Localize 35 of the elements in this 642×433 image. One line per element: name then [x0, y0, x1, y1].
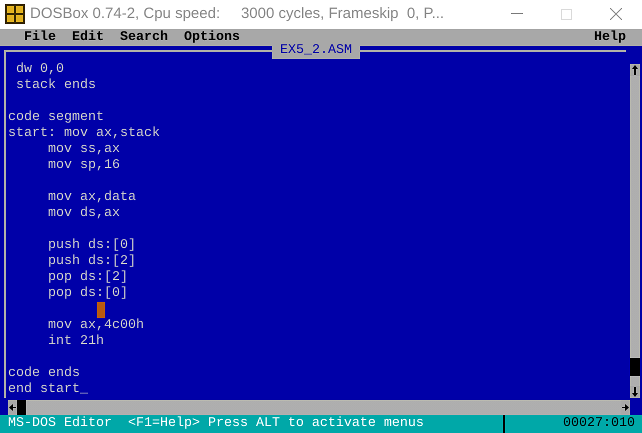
vertical-scrollbar[interactable] [630, 64, 640, 398]
code-line: mov ax,4c00h [46, 318, 144, 334]
cursor-position: 00027:010 [563, 417, 636, 431]
code-line: pop ds:[2] [46, 270, 128, 286]
code-line: mov ax,data [46, 190, 136, 206]
mouse-cursor [97, 302, 105, 318]
code-line: push ds:[0] [46, 238, 136, 254]
menu-item[interactable]: File [24, 30, 56, 44]
file-title: EX5_2.ASM [272, 43, 360, 59]
code-line: mov ss,ax [46, 142, 120, 158]
window-title: DOSBox 0.74-2, Cpu speed: 3000 cycles, Frameskip 0, P... [30, 4, 444, 24]
menu-item[interactable]: Search [120, 30, 168, 44]
close-icon[interactable] [610, 8, 622, 20]
code-line: code ends [7, 366, 80, 382]
code-line: dw 0,0 [14, 62, 64, 78]
status-message: MS-DOS Editor <F1=Help> Press ALT to activate menus [7, 417, 425, 431]
scroll-thumb[interactable] [630, 358, 640, 376]
code-line: mov ds,ax [46, 206, 120, 222]
code-line: code segment [7, 110, 104, 126]
code-line: start: mov ax,stack [7, 126, 160, 142]
help-menu[interactable]: Help [594, 30, 626, 44]
code-line: int 21h [46, 334, 104, 350]
menu-item[interactable]: Options [184, 30, 240, 44]
code-line: end start_ [7, 382, 88, 398]
code-line: stack ends [14, 78, 96, 94]
scroll-thumb[interactable] [17, 400, 26, 415]
up-arrow-icon[interactable] [630, 64, 640, 76]
minimize-icon[interactable] [511, 13, 523, 16]
code-line: push ds:[2] [46, 254, 136, 270]
code-line: mov sp,16 [46, 158, 120, 174]
menu-item[interactable]: Edit [72, 30, 104, 44]
horizontal-scrollbar[interactable] [8, 400, 630, 415]
app-icon [5, 4, 25, 24]
down-arrow-icon[interactable] [630, 386, 640, 398]
code-line: pop ds:[0] [46, 286, 128, 302]
